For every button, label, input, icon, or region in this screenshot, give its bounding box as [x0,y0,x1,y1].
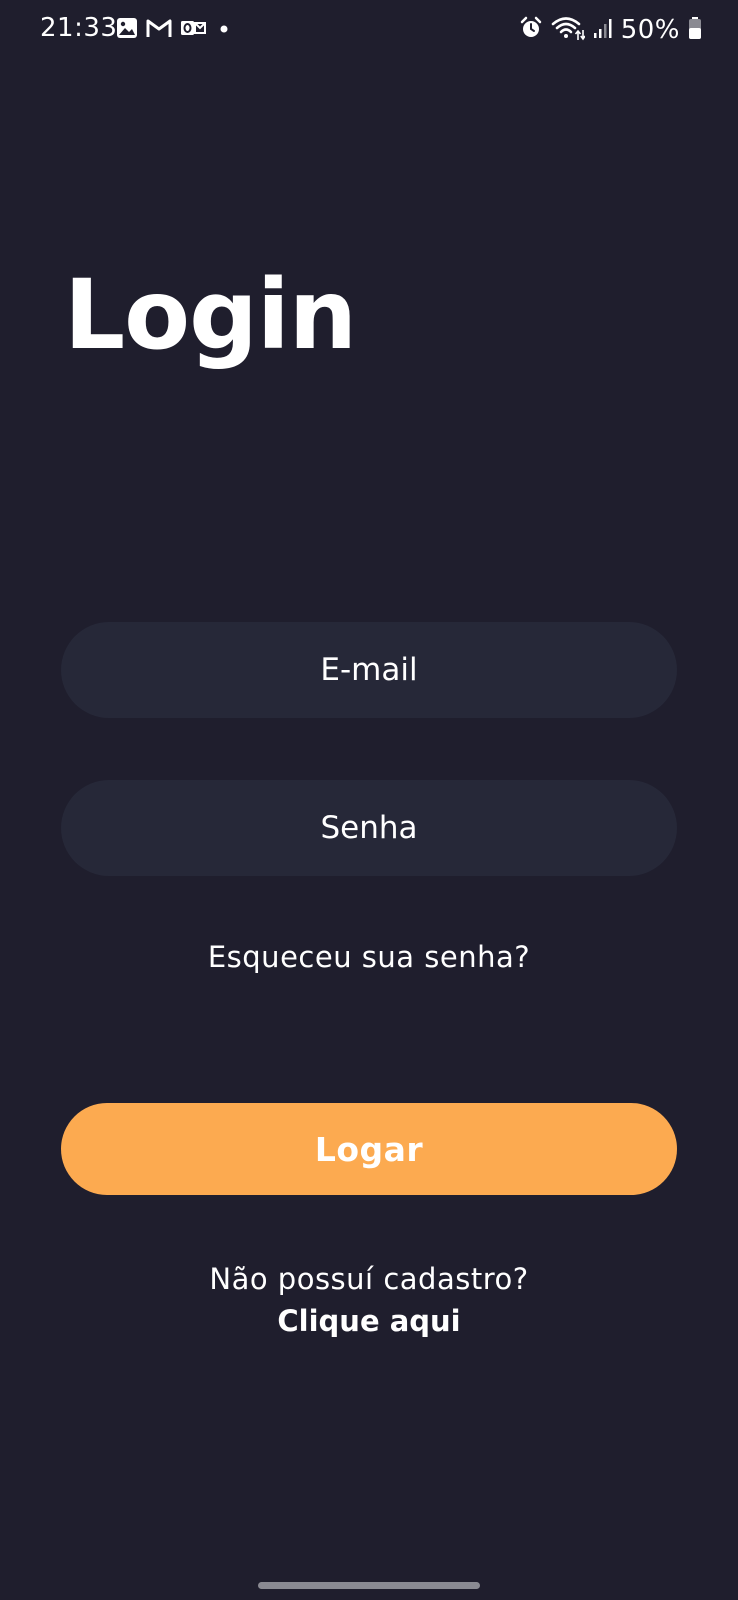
login-button[interactable]: Logar [61,1103,677,1195]
status-bar: 21:33 50% [0,0,738,62]
password-field[interactable] [61,780,677,876]
outlook-icon [180,17,206,43]
gallery-icon [116,17,138,43]
signup-link[interactable]: Clique aqui [0,1304,738,1338]
status-right: 50% [519,13,702,47]
wifi-icon [551,15,586,45]
battery-icon [688,16,702,44]
email-field[interactable] [61,622,677,718]
page-title: Login [64,259,357,371]
dot-icon [214,17,234,43]
notification-icons [116,17,234,43]
signup-prompt: Não possuí cadastro? [209,1262,529,1296]
forgot-password-link[interactable]: Esqueceu sua senha? [0,940,738,974]
alarm-icon [519,16,543,44]
home-indicator[interactable] [258,1582,480,1589]
signal-icon [593,17,613,43]
gmail-icon [146,17,172,43]
status-time: 21:33 [40,13,118,43]
battery-percentage: 50% [620,15,680,45]
